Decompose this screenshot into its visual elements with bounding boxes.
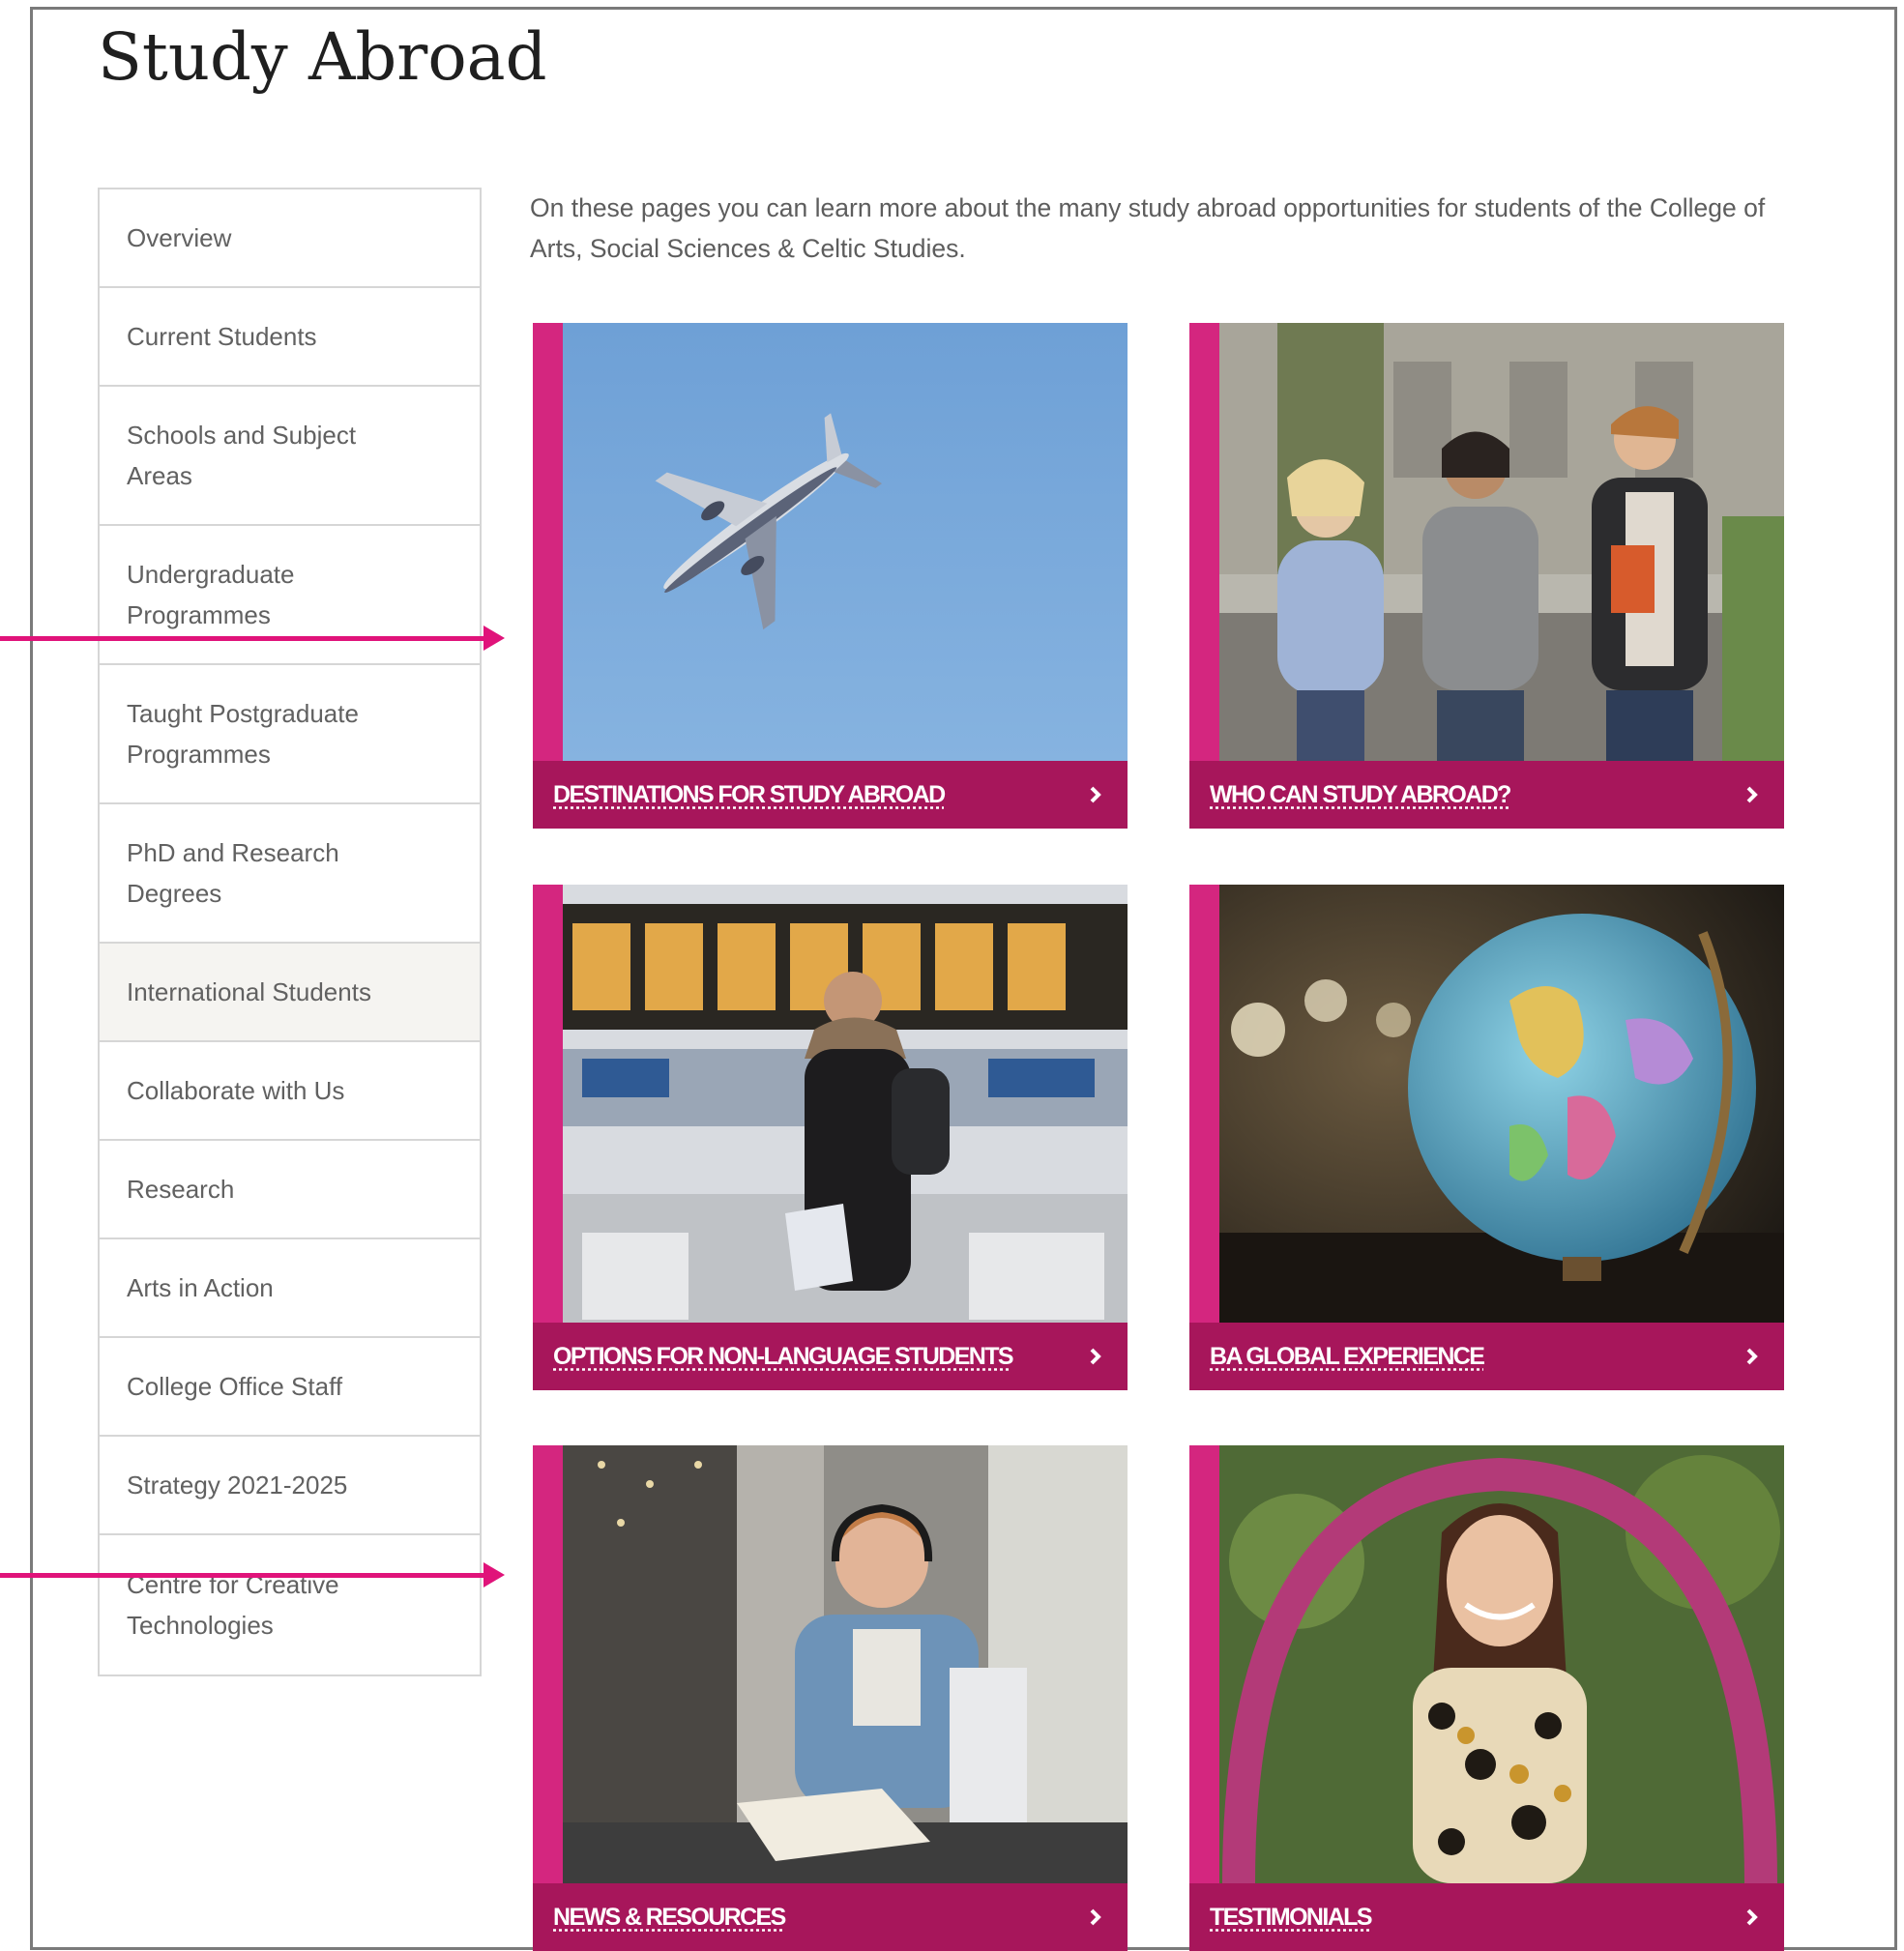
card-label-bar: WHO CAN STUDY ABROAD? <box>1189 761 1784 829</box>
sidebar-item-international-students[interactable]: International Students <box>100 944 480 1042</box>
card-label: TESTIMONIALS <box>1210 1903 1373 1931</box>
sidebar-item-label: Current Students <box>127 322 317 351</box>
sidebar-item-research[interactable]: Research <box>100 1141 480 1239</box>
card-ba-global-experience[interactable]: BA GLOBAL EXPERIENCE <box>1189 885 1784 1390</box>
sidebar-item-label: Research <box>127 1175 235 1204</box>
chevron-right-icon <box>1746 1348 1758 1365</box>
arrow-right-icon <box>483 626 505 651</box>
annotation-arrow-line <box>0 636 483 641</box>
sidebar-item-arts-in-action[interactable]: Arts in Action <box>100 1239 480 1338</box>
globe-photo <box>1219 885 1784 1323</box>
sidebar-item-label: Undergraduate Programmes <box>127 560 295 629</box>
chevron-right-icon <box>1090 1348 1101 1365</box>
chevron-right-icon <box>1746 786 1758 803</box>
card-accent-strip <box>533 1445 563 1951</box>
sidebar-item-label: College Office Staff <box>127 1372 343 1401</box>
card-label: BA GLOBAL EXPERIENCE <box>1210 1342 1485 1370</box>
card-label: WHO CAN STUDY ABROAD? <box>1210 780 1511 808</box>
page-title: Study Abroad <box>98 19 547 95</box>
sidebar-item-label: Schools and Subject Areas <box>127 421 357 490</box>
sidebar-item-label: International Students <box>127 977 371 1006</box>
sidebar-item-strategy[interactable]: Strategy 2021-2025 <box>100 1437 480 1535</box>
card-label: OPTIONS FOR NON-LANGUAGE STUDENTS <box>553 1342 1014 1370</box>
card-label-bar: BA GLOBAL EXPERIENCE <box>1189 1323 1784 1390</box>
sidebar-item-label: PhD and Research Degrees <box>127 838 339 908</box>
card-accent-strip <box>1189 885 1219 1390</box>
chevron-right-icon <box>1090 1908 1101 1926</box>
student-laptop-photo <box>563 1445 1128 1883</box>
sidebar-item-college-office-staff[interactable]: College Office Staff <box>100 1338 480 1437</box>
sidebar-item-label: Collaborate with Us <box>127 1076 345 1105</box>
sidebar-item-current-students[interactable]: Current Students <box>100 288 480 387</box>
card-accent-strip <box>1189 1445 1219 1951</box>
students-walking-photo <box>1219 323 1784 761</box>
card-who-can-study-abroad[interactable]: WHO CAN STUDY ABROAD? <box>1189 323 1784 829</box>
intro-text: On these pages you can learn more about … <box>530 193 1766 263</box>
card-news-and-resources[interactable]: NEWS & RESOURCES <box>533 1445 1128 1951</box>
card-label-bar: OPTIONS FOR NON-LANGUAGE STUDENTS <box>533 1323 1128 1390</box>
sidebar-item-label: Overview <box>127 223 232 252</box>
airplane-photo <box>563 323 1128 761</box>
card-label: NEWS & RESOURCES <box>553 1903 786 1931</box>
chevron-right-icon <box>1090 786 1101 803</box>
sidebar-item-undergraduate-programmes[interactable]: Undergraduate Programmes <box>100 526 480 665</box>
card-label: DESTINATIONS FOR STUDY ABROAD <box>553 780 946 808</box>
sidebar-nav: Overview Current Students Schools and Su… <box>98 188 482 1676</box>
sidebar-item-label: Taught Postgraduate Programmes <box>127 699 359 769</box>
sidebar-item-label: Strategy 2021-2025 <box>127 1471 348 1500</box>
sidebar-item-label: Arts in Action <box>127 1273 274 1302</box>
card-accent-strip <box>533 323 563 829</box>
card-label-bar: NEWS & RESOURCES <box>533 1883 1128 1951</box>
card-options-for-non-language-students[interactable]: OPTIONS FOR NON-LANGUAGE STUDENTS <box>533 885 1128 1390</box>
sidebar-item-schools-and-subject-areas[interactable]: Schools and Subject Areas <box>100 387 480 526</box>
card-accent-strip <box>1189 323 1219 829</box>
card-accent-strip <box>533 885 563 1390</box>
sidebar-item-collaborate-with-us[interactable]: Collaborate with Us <box>100 1042 480 1141</box>
airport-traveller-photo <box>563 885 1128 1323</box>
chevron-right-icon <box>1746 1908 1758 1926</box>
card-testimonials[interactable]: TESTIMONIALS <box>1189 1445 1784 1951</box>
sidebar-item-taught-postgraduate-programmes[interactable]: Taught Postgraduate Programmes <box>100 665 480 804</box>
annotation-arrow-line <box>0 1573 483 1578</box>
sidebar-item-centre-for-creative-technologies[interactable]: Centre for Creative Technologies <box>100 1535 480 1674</box>
sidebar-item-overview[interactable]: Overview <box>100 189 480 288</box>
card-destinations-for-study-abroad[interactable]: DESTINATIONS FOR STUDY ABROAD <box>533 323 1128 829</box>
card-label-bar: DESTINATIONS FOR STUDY ABROAD <box>533 761 1128 829</box>
sidebar-item-phd-and-research-degrees[interactable]: PhD and Research Degrees <box>100 804 480 944</box>
card-label-bar: TESTIMONIALS <box>1189 1883 1784 1951</box>
arrow-right-icon <box>483 1562 505 1587</box>
student-portrait-photo <box>1219 1445 1784 1883</box>
